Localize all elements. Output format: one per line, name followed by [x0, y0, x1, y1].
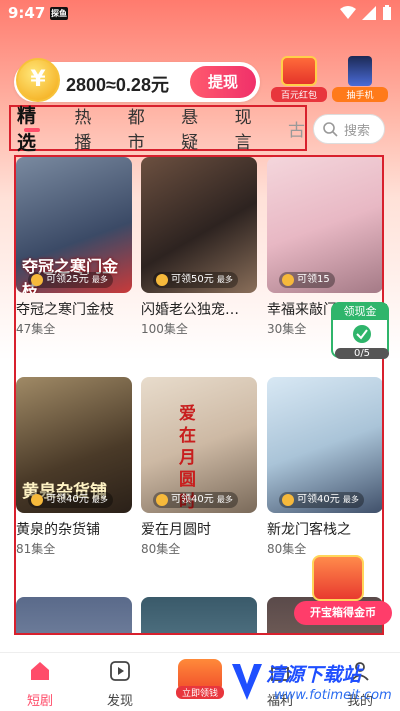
battery-icon: [383, 5, 391, 20]
coin-mini-icon: [282, 494, 294, 506]
coin-mini-icon: [156, 274, 168, 286]
search-icon: [323, 122, 338, 137]
category-tabs: 精选 热播 都市 悬疑 现言 古: [9, 103, 307, 154]
drama-card[interactable]: 爱在月圆时 可领40元 最多 爱在月圆时 80集全: [141, 377, 257, 557]
withdraw-button[interactable]: 提现: [190, 66, 256, 98]
wifi-icon: [340, 6, 356, 19]
drama-cover: 可领15: [267, 157, 382, 293]
red-envelope-label: 百元红包: [271, 87, 327, 102]
cash-task-label: 领现金: [333, 304, 387, 320]
coin-mini-icon: [31, 274, 43, 286]
red-envelope-reward[interactable]: 百元红包: [271, 56, 327, 102]
reward-pill: 可领25元 最多: [28, 272, 113, 288]
episode-count: 47集全: [16, 322, 56, 336]
drama-card[interactable]: 夺冠之寒门金枝 可领25元 最多 夺冠之寒门金枝 47集全: [16, 157, 132, 337]
drama-card[interactable]: [16, 597, 132, 633]
drama-cover: 夺冠之寒门金枝 可领25元 最多: [16, 157, 132, 293]
episode-count: 81集全: [16, 542, 56, 556]
treasure-chest-icon: [312, 555, 364, 601]
watermark-url: www.fotimeit.com: [274, 688, 392, 703]
drama-cover: [16, 597, 132, 633]
watermark: 清源下载站 www.fotimeit.com: [228, 658, 398, 708]
nav-label: 发现: [106, 694, 133, 709]
notification-badge: 探鱼: [50, 7, 68, 20]
red-envelope-icon: [281, 56, 317, 86]
coin-icon: ¥: [16, 58, 60, 102]
system-icons: [340, 5, 392, 21]
reward-pill: 可领40元 最多: [28, 492, 113, 508]
status-bar: 9:47 探鱼: [0, 0, 400, 26]
tab-modern-romance[interactable]: 现言: [235, 103, 268, 153]
drama-card[interactable]: 黄泉杂货铺 可领40元 最多 黄泉的杂货铺 81集全: [16, 377, 132, 557]
drama-title: 黄泉的杂货铺: [16, 522, 100, 538]
reward-pill: 可领40元 最多: [279, 492, 364, 508]
search-box[interactable]: 搜索: [313, 114, 385, 144]
watermark-logo-icon: [232, 664, 262, 700]
reward-pill: 可领40元 最多: [153, 492, 238, 508]
search-placeholder: 搜索: [344, 123, 371, 139]
drama-title: 闪婚老公独宠…: [141, 302, 239, 318]
tab-ancient[interactable]: 古: [288, 116, 305, 141]
treasure-chest-widget[interactable]: 开宝箱得金币: [294, 555, 392, 627]
nav-short-drama[interactable]: 短剧: [0, 653, 80, 711]
watermark-name: 清源下载站: [266, 664, 362, 686]
treasure-chest-button[interactable]: 开宝箱得金币: [294, 601, 392, 625]
nav-label: 立即领钱: [176, 686, 224, 699]
drama-cover: 可领40元 最多: [267, 377, 382, 513]
tab-suspense[interactable]: 悬疑: [181, 103, 214, 153]
phone-icon: [348, 56, 372, 86]
check-icon: [353, 325, 371, 343]
tab-urban[interactable]: 都市: [128, 103, 161, 153]
coin-mini-icon: [31, 494, 43, 506]
reward-pill: 可领15: [279, 272, 335, 288]
drama-title: 夺冠之寒门金枝: [16, 302, 114, 318]
signal-icon: [362, 6, 376, 20]
reward-pill: 可领50元 最多: [153, 272, 238, 288]
earn-money-icon: 立即领钱: [176, 659, 224, 699]
cash-task-widget[interactable]: 领现金 0/5: [331, 302, 389, 359]
tab-trending[interactable]: 热播: [74, 103, 107, 153]
drama-cover: 黄泉杂货铺 可领40元 最多: [16, 377, 132, 513]
episode-count: 100集全: [141, 322, 188, 336]
coin-mini-icon: [156, 494, 168, 506]
nav-label: 短剧: [26, 694, 53, 709]
episode-count: 80集全: [141, 542, 181, 556]
nav-discover[interactable]: 发现: [80, 653, 160, 711]
drama-cover: 可领50元 最多: [141, 157, 257, 293]
phone-lottery-reward[interactable]: 抽手机: [332, 56, 388, 102]
drama-card[interactable]: 可领40元 最多 新龙门客栈之 80集全: [267, 377, 382, 557]
status-time: 9:47: [8, 4, 46, 22]
drama-cover: 爱在月圆时 可领40元 最多: [141, 377, 257, 513]
coin-balance: 2800≈0.28元: [66, 75, 169, 95]
coin-balance-bar: ¥ 2800≈0.28元 提现: [14, 58, 260, 102]
drama-cover: [141, 597, 257, 633]
coin-mini-icon: [282, 274, 294, 286]
drama-card[interactable]: [141, 597, 257, 633]
drama-title: 爱在月圆时: [141, 522, 211, 538]
home-icon: [31, 662, 49, 680]
drama-card[interactable]: 可领50元 最多 闪婚老公独宠… 100集全: [141, 157, 257, 337]
drama-title: 新龙门客栈之: [267, 522, 351, 538]
play-icon: [110, 661, 130, 681]
tab-featured[interactable]: 精选: [17, 101, 54, 155]
phone-lottery-label: 抽手机: [332, 87, 388, 102]
cash-task-progress: 0/5: [335, 348, 389, 359]
